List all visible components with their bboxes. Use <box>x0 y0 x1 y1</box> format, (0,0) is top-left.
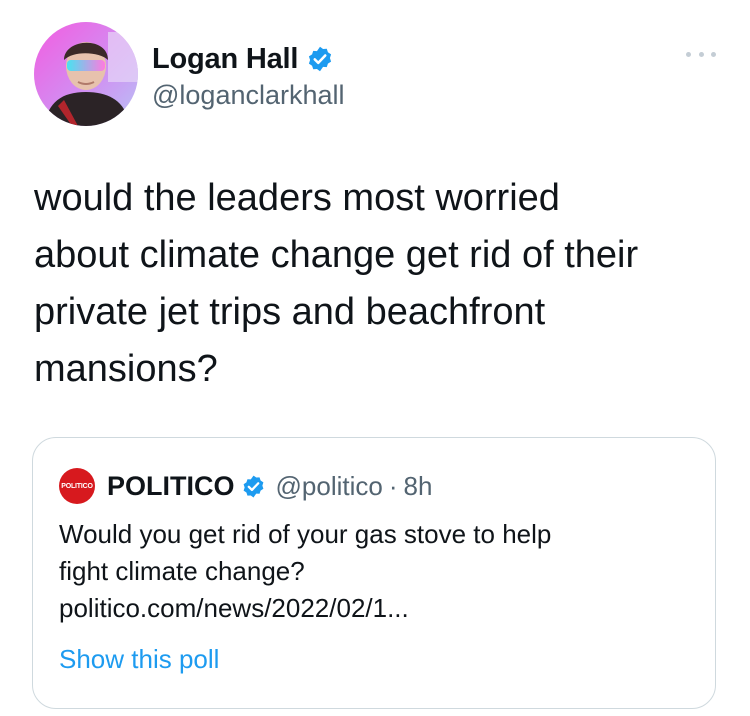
tweet-text-line: would the leaders most worried <box>34 177 560 219</box>
quoted-handle[interactable]: @politico <box>276 471 383 502</box>
show-poll-link[interactable]: Show this poll <box>59 644 219 675</box>
more-dot <box>711 51 716 57</box>
quoted-text-line: Would you get rid of your gas stove to h… <box>59 519 552 549</box>
quoted-display-name[interactable]: POLITICO <box>107 471 235 502</box>
politico-avatar[interactable]: POLITICO <box>59 468 95 504</box>
more-dot <box>686 51 691 57</box>
verified-badge-icon <box>306 45 334 73</box>
quoted-text-line: fight climate change? <box>59 556 305 586</box>
quoted-link[interactable]: politico.com/news/2022/02/1... <box>59 590 689 627</box>
author-avatar[interactable] <box>34 22 138 126</box>
author-handle[interactable]: @loganclarkhall <box>152 80 345 111</box>
display-name-row: Logan Hall <box>152 42 345 76</box>
tweet-text-line: mansions? <box>34 348 218 390</box>
tweet-text-line: about climate change get rid of their <box>34 234 639 276</box>
quoted-tweet-header: POLITICO POLITICO @politico · 8h <box>59 468 432 504</box>
tweet-text-line: private jet trips and beachfront <box>34 291 546 333</box>
tweet-text: would the leaders most worried about cli… <box>34 170 724 398</box>
author-names: Logan Hall @loganclarkhall <box>152 42 345 111</box>
more-dot <box>698 51 704 57</box>
author-avatar-image <box>34 22 138 126</box>
author-display-name[interactable]: Logan Hall <box>152 43 298 76</box>
quoted-timestamp[interactable]: 8h <box>404 471 433 502</box>
verified-badge-icon <box>241 474 266 499</box>
tweet: Logan Hall @loganclarkhall would the lea… <box>0 0 750 716</box>
quoted-tweet-text: Would you get rid of your gas stove to h… <box>59 516 689 627</box>
separator-dot: · <box>388 470 398 501</box>
quoted-tweet-card[interactable]: POLITICO POLITICO @politico · 8h Would y… <box>32 437 716 709</box>
tweet-header: Logan Hall @loganclarkhall <box>34 22 724 132</box>
more-options-icon[interactable] <box>686 48 716 60</box>
